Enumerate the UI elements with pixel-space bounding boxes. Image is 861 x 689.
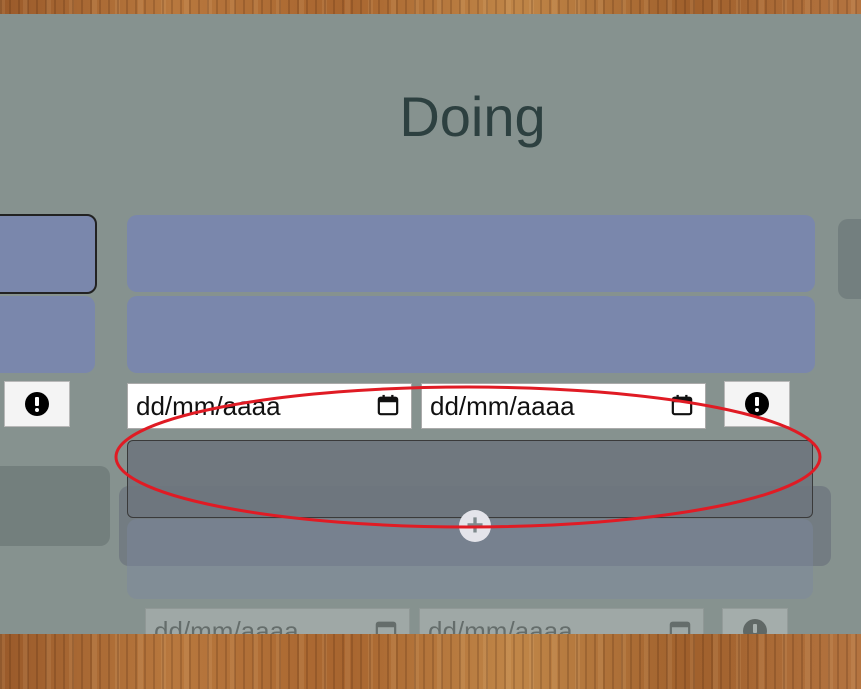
calendar-icon [669,621,691,634]
calendar-icon[interactable] [671,394,693,416]
plus-icon[interactable]: + [459,510,491,542]
task-description-card[interactable] [127,296,815,373]
right-column-edge [838,219,861,299]
alert-icon [743,619,767,634]
calendar-icon[interactable] [377,394,399,416]
end-date-field[interactable]: dd/mm/aaaa [421,383,706,429]
left-alert-button[interactable] [4,381,70,427]
dragged-task-card[interactable] [127,440,813,518]
left-task-description-card[interactable] [0,296,95,373]
ghost-start-date-field: dd/mm/aaaa [145,608,410,634]
left-task-title-card[interactable] [0,214,97,294]
start-date-value: dd/mm/aaaa [136,390,281,421]
alert-button[interactable] [724,381,790,427]
alert-icon [25,392,49,416]
ghost-end-date-field: dd/mm/aaaa [419,608,704,634]
alert-icon [745,392,769,416]
kanban-board: Doing dd/mm/aaaa dd/mm/aaaa + dd/mm/aaaa… [0,14,861,634]
task-title-card[interactable] [127,215,815,292]
ghost-alert-button [722,608,788,634]
ghost-end-date-value: dd/mm/aaaa [428,615,573,635]
end-date-value: dd/mm/aaaa [430,390,575,421]
calendar-icon [375,621,397,634]
left-ghost-card [0,466,110,546]
column-title: Doing [399,85,546,148]
start-date-field[interactable]: dd/mm/aaaa [127,383,412,429]
ghost-start-date-value: dd/mm/aaaa [154,615,299,635]
